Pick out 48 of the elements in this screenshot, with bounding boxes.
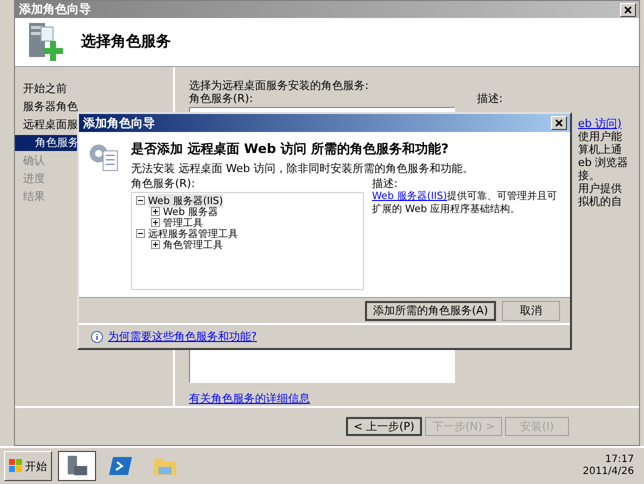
taskbar-app-button[interactable] [58,451,96,481]
start-button[interactable]: 开始 [4,451,52,481]
tree-item[interactable]: Web 服务器 [163,204,218,218]
nav-item[interactable]: 服务器角色 [15,98,173,115]
dialog-question: 是否添加 远程桌面 Web 访问 所需的角色服务和功能? [131,140,450,158]
help-link[interactable]: 为何需要这些角色服务和功能? [108,329,257,344]
tree-item[interactable]: 管理工具 [163,216,203,230]
instruction-text: 选择为远程桌面服务安装的角色服务: [189,78,370,92]
services-label: 角色服务(R): [189,92,254,105]
close-icon [624,6,632,14]
close-button[interactable] [620,2,636,16]
description-text: 用户提供 [578,182,623,195]
terminal-icon [109,456,133,476]
close-button[interactable] [551,116,567,130]
description-text: 拟机的自 [578,194,623,208]
more-info-link[interactable]: 有关角色服务的详细信息 [189,392,310,405]
expand-icon[interactable] [151,218,160,227]
collapse-icon[interactable] [136,229,145,238]
clock-time: 17:17 [605,454,634,466]
dialog-title: 添加角色向导 [83,114,155,132]
collapse-icon[interactable] [136,196,145,205]
nav-item[interactable]: 开始之前 [15,80,173,97]
services-label: 角色服务(R): [131,177,195,190]
description-text: Web 服务器(IIS)提供可靠、可管理并且可扩展的 Web 应用程序基础结构。 [372,190,558,216]
description-text: 算机上通 [578,142,623,156]
server-icon [65,454,89,478]
description-text: eb 浏览器 [578,156,630,169]
tree-item[interactable]: 角色管理工具 [163,238,223,252]
wizard-button[interactable]: < 上一步(P) [346,416,422,436]
dialog-button[interactable]: 取消 [502,300,560,320]
description-text: 接。 [578,168,601,182]
tree-item[interactable]: Web 服务器(IIS) [148,194,224,208]
expand-icon[interactable] [151,207,160,216]
description-link[interactable]: eb 访问) [578,116,639,130]
page-heading: 选择角色服务 [81,32,171,52]
description-text: 使用户能 [578,130,623,143]
tree-item[interactable]: 远程服务器管理工具 [148,226,238,240]
clock-date: 2011/4/26 [582,466,634,478]
windows-logo-icon [9,459,23,473]
info-icon [91,330,103,342]
description-label: 描述: [372,177,399,190]
dialog-message: 无法安装 远程桌面 Web 访问，除非同时安装所需的角色服务和功能。 [131,162,474,175]
expand-icon[interactable] [151,240,160,249]
description-label: 描述: [477,92,504,105]
window-title: 添加角色向导 [19,1,91,18]
description-link[interactable]: Web 服务器(IIS) [372,191,448,202]
close-icon [555,119,563,127]
dialog-button[interactable]: 添加所需的角色服务(A) [364,300,496,320]
